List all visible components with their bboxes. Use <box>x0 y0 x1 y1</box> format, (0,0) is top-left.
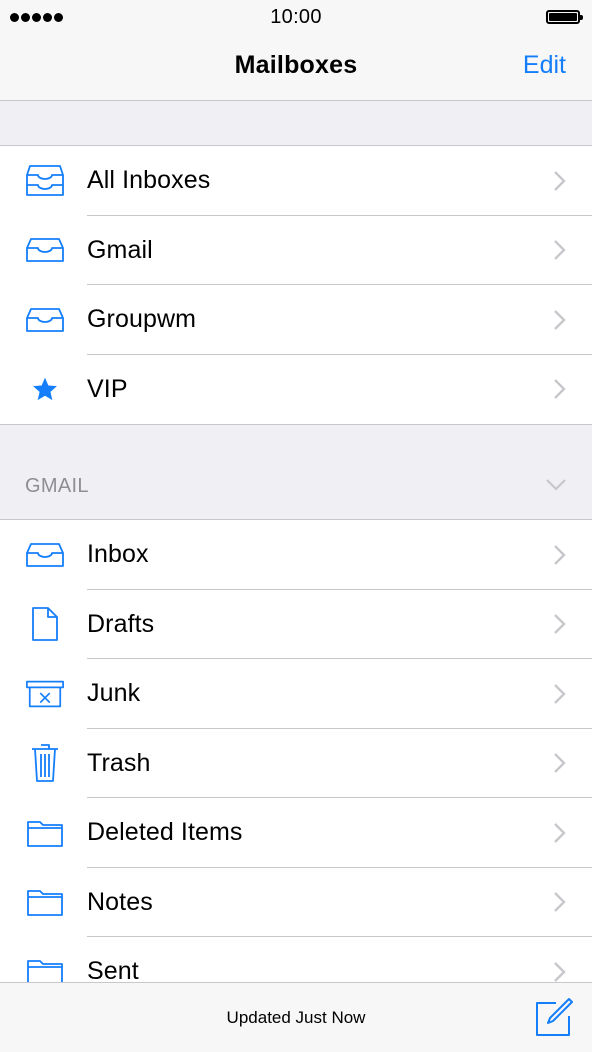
chevron-right-icon <box>554 822 566 843</box>
status-bar: 10:00 <box>0 0 592 34</box>
compose-icon[interactable] <box>534 997 574 1037</box>
mailbox-label: Deleted Items <box>87 818 243 847</box>
mailbox-label: Drafts <box>87 609 155 638</box>
all-inboxes-icon <box>25 161 65 201</box>
inbox-tray-icon <box>25 230 65 270</box>
inbox-tray-icon <box>25 300 65 340</box>
bottom-toolbar: Updated Just Now <box>0 982 592 1052</box>
mailbox-label: All Inboxes <box>87 166 211 195</box>
section-title: GMAIL <box>25 475 89 497</box>
star-icon <box>25 369 65 409</box>
mailbox-label: Inbox <box>87 540 149 569</box>
chevron-right-icon <box>554 753 566 774</box>
chevron-right-icon <box>554 614 566 635</box>
inbox-tray-icon <box>25 535 65 575</box>
document-icon <box>25 604 65 644</box>
mailbox-row-drafts[interactable]: Drafts <box>0 590 592 659</box>
signal-strength-icon <box>10 13 63 22</box>
chevron-right-icon <box>554 892 566 913</box>
mailbox-label: Trash <box>87 748 151 777</box>
chevron-right-icon <box>554 240 566 261</box>
mailbox-row-junk[interactable]: Junk <box>0 659 592 729</box>
trash-icon <box>25 743 65 783</box>
mailbox-label: Junk <box>87 679 141 708</box>
mailbox-row-deleted-items[interactable]: Deleted Items <box>0 798 592 868</box>
mailbox-label: Notes <box>87 887 153 916</box>
mailbox-label: VIP <box>87 374 128 403</box>
mailbox-label: Gmail <box>87 235 153 264</box>
battery-icon <box>546 10 583 24</box>
mailbox-row-trash[interactable]: Trash <box>0 729 592 798</box>
junk-bin-icon <box>25 674 65 714</box>
chevron-right-icon <box>554 961 566 982</box>
mailbox-row-inbox[interactable]: Inbox <box>0 520 592 590</box>
chevron-right-icon <box>554 683 566 704</box>
gmail-section-header[interactable]: GMAIL <box>0 422 592 519</box>
mailbox-row-gmail[interactable]: Gmail <box>0 216 592 285</box>
mailbox-row-vip[interactable]: VIP <box>0 355 592 425</box>
gmail-mailboxes-group: Inbox Drafts Junk Trash Deleted Items No… <box>0 519 592 1008</box>
chevron-right-icon <box>554 379 566 400</box>
navigation-bar: Mailboxes Edit <box>0 34 592 101</box>
folder-icon <box>25 813 65 853</box>
folder-icon <box>25 882 65 922</box>
mailbox-label: Groupwm <box>87 305 197 334</box>
chevron-right-icon <box>554 170 566 191</box>
mailbox-row-all-inboxes[interactable]: All Inboxes <box>0 146 592 216</box>
mailbox-row-notes[interactable]: Notes <box>0 868 592 937</box>
status-time: 10:00 <box>270 5 322 28</box>
edit-button[interactable]: Edit <box>523 51 566 80</box>
chevron-right-icon <box>554 544 566 565</box>
chevron-right-icon <box>554 309 566 330</box>
chevron-down-icon[interactable] <box>545 478 567 492</box>
mailbox-row-groupwm[interactable]: Groupwm <box>0 285 592 355</box>
page-title: Mailboxes <box>234 51 358 79</box>
mailboxes-group: All Inboxes Gmail Groupwm VIP <box>0 145 592 425</box>
update-status: Updated Just Now <box>226 1008 366 1027</box>
